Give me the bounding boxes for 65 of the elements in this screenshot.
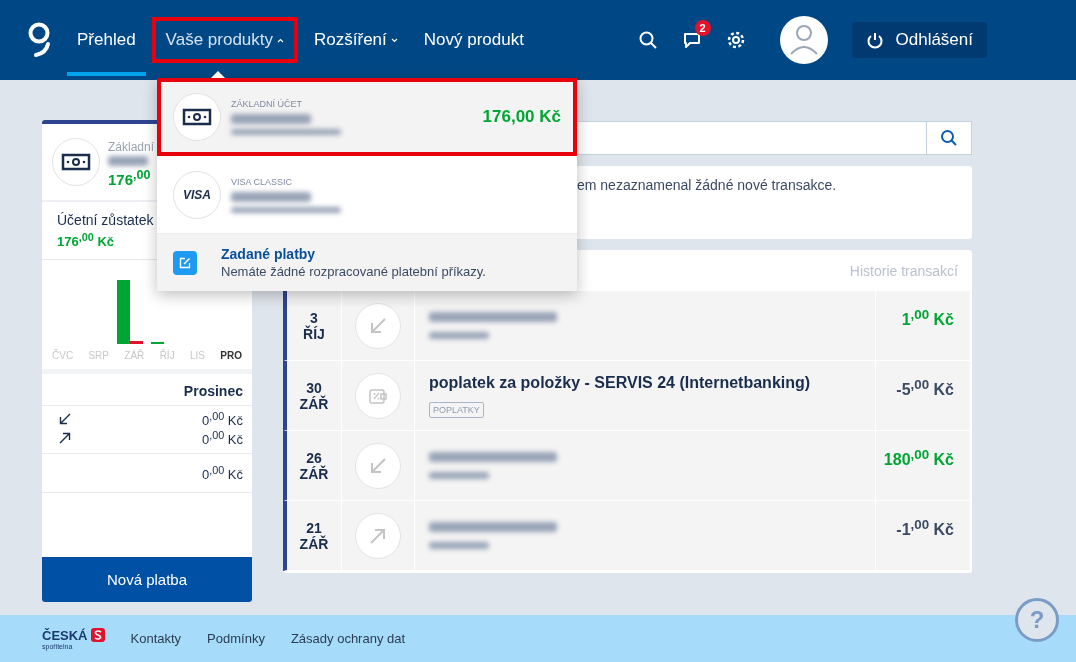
outgoing-amount: 0$^{,00}$ Kč	[201, 428, 243, 447]
banknote-icon	[182, 106, 212, 127]
edit-icon	[173, 250, 197, 275]
search-icon	[940, 129, 958, 147]
blurred-text	[429, 472, 489, 479]
balance-amount: 176$^{,00}$	[108, 168, 152, 188]
outgoing-arrow-icon	[59, 431, 71, 444]
transaction-title: poplatek za položky - SERVIS 24 (Internetbanking)	[429, 373, 811, 392]
pending-title: Zadané platby	[221, 246, 317, 262]
transaction-row[interactable]: 3 ŘÍJ 1$^{,00}$ Kč	[283, 291, 970, 361]
footer-link[interactable]: Zásady ochrany dat	[290, 631, 406, 646]
month-tab[interactable]: PRO	[220, 350, 242, 362]
product-type: ZÁKLADNÍ ÚČET	[231, 98, 303, 109]
notification-badge: 2	[694, 20, 711, 36]
month-title: Prosinec	[183, 383, 243, 400]
wallet-percent-icon	[355, 372, 401, 419]
search-icon[interactable]	[637, 30, 658, 50]
chat-icon[interactable]	[681, 30, 702, 50]
product-type: VISA CLASSIC	[231, 176, 294, 187]
nav-tab[interactable]: Rozšíření	[304, 0, 408, 80]
date-month: ZÁŘ	[299, 395, 329, 412]
date-month: ZÁŘ	[299, 535, 329, 552]
transaction-row[interactable]: 26 ZÁŘ 180$^{,00}$ Kč	[283, 431, 970, 501]
balance-value: 176$^{,00}$ Kč	[57, 231, 115, 250]
transaction-amount: -1$^{,00}$ Kč	[896, 517, 954, 541]
nav-tab[interactable]: Přehled	[67, 0, 146, 80]
incoming-amount: 0$^{,00}$ Kč	[201, 410, 243, 429]
nav-tab[interactable]: Vaše produkty	[151, 17, 299, 63]
transaction-row[interactable]: 30 ZÁŘ poplatek za položky - SERVIS 24 (Internetbanking) POPLATKY -5$^{,00}$ Kč	[283, 361, 970, 431]
logo-text: ČESKÁ	[42, 627, 88, 643]
date-day: 21	[306, 519, 322, 536]
date-day: 30	[306, 379, 322, 396]
transaction-amount: -5$^{,00}$ Kč	[896, 377, 954, 401]
date-month: ŘÍJ	[303, 325, 325, 342]
product-type: Základní	[108, 140, 155, 154]
blurred-text	[108, 156, 148, 166]
info-text: em nezaznamenal žádné nové transakce.	[577, 177, 837, 193]
blurred-text	[429, 542, 489, 549]
date-month: ZÁŘ	[299, 465, 329, 482]
date-day: 26	[306, 449, 322, 466]
settings-icon[interactable]	[725, 30, 746, 50]
avatar[interactable]	[779, 16, 828, 64]
footer-link[interactable]: Kontakty	[130, 631, 182, 646]
transaction-amount: 1$^{,00}$ Kč	[901, 307, 954, 331]
blurred-text	[429, 332, 489, 339]
total-amount: 0$^{,00}$ Kč	[201, 464, 243, 483]
pending-payments-item[interactable]: Zadané platby Nemáte žádné rozpracované platební příkazy.	[157, 234, 577, 291]
category-tag: POPLATKY	[429, 401, 484, 418]
banknote-icon	[52, 138, 100, 186]
product-balance: 176,00 Kč	[482, 106, 561, 127]
power-icon	[865, 31, 884, 49]
logo-icon	[90, 628, 105, 642]
balance-label: Účetní zůstatek	[57, 212, 155, 228]
date-day: 3	[310, 309, 318, 326]
card-brand-text: VISA	[183, 187, 211, 202]
footer-link[interactable]: Podmínky	[207, 631, 265, 646]
new-payment-button[interactable]: Nová platba	[42, 557, 252, 602]
incoming-arrow-icon	[59, 413, 71, 426]
logout-button[interactable]: Odhlášení	[851, 22, 987, 58]
transaction-row[interactable]: 21 ZÁŘ -1$^{,00}$ Kč	[283, 501, 970, 571]
chart-bar	[151, 342, 164, 345]
logo-icon[interactable]	[27, 22, 53, 58]
pending-text: Nemáte žádné rozpracované platební příkazy.	[221, 264, 486, 279]
nav-tab[interactable]: Nový produkt	[413, 0, 534, 80]
transaction-amount: 180$^{,00}$ Kč	[883, 447, 954, 471]
